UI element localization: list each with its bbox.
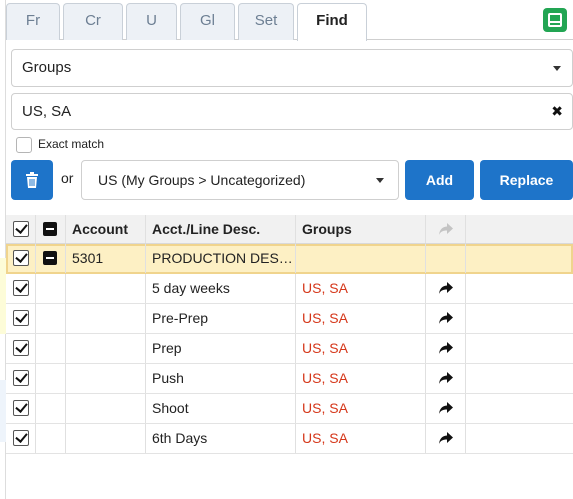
row-checkbox[interactable] xyxy=(13,430,29,446)
cell-goto[interactable] xyxy=(426,394,466,423)
search-value: US, SA xyxy=(22,103,72,120)
row-checkbox[interactable] xyxy=(13,370,29,386)
cell-goto[interactable] xyxy=(426,304,466,333)
panel-toggle-button[interactable] xyxy=(543,8,567,32)
header-select-cell[interactable] xyxy=(6,215,36,243)
cell-desc: Push xyxy=(146,364,296,393)
chevron-down-icon xyxy=(376,178,384,183)
share-arrow-icon[interactable] xyxy=(438,341,454,355)
cell-groups: US, SA xyxy=(296,274,426,303)
collapse-icon[interactable] xyxy=(43,251,57,265)
row-indent-cell xyxy=(36,304,66,333)
cell-goto[interactable] xyxy=(426,274,466,303)
target-group-value: US (My Groups > Uncategorized) xyxy=(98,172,306,188)
row-select-cell xyxy=(6,244,36,273)
tab-find[interactable]: Find xyxy=(297,3,367,41)
delete-button[interactable] xyxy=(11,160,53,200)
cell-goto[interactable] xyxy=(426,334,466,363)
or-label: or xyxy=(61,170,74,186)
replace-button[interactable]: Replace xyxy=(480,160,573,200)
header-groups[interactable]: Groups xyxy=(296,215,426,243)
cell-groups: US, SA xyxy=(296,304,426,333)
chevron-down-icon xyxy=(553,66,561,71)
row-indent-cell xyxy=(36,424,66,453)
row-select-cell xyxy=(6,394,36,423)
table-row[interactable]: 5 day weeks US, SA xyxy=(6,274,573,304)
cell-account xyxy=(66,394,146,423)
cell-account xyxy=(66,364,146,393)
row-checkbox[interactable] xyxy=(13,250,29,266)
group-type-select[interactable]: Groups xyxy=(11,49,573,87)
exact-match-checkbox[interactable] xyxy=(16,137,32,153)
cell-groups: US, SA xyxy=(296,364,426,393)
row-select-cell xyxy=(6,304,36,333)
add-button[interactable]: Add xyxy=(405,160,474,200)
table-row[interactable]: Shoot US, SA xyxy=(6,394,573,424)
table-row[interactable]: Push US, SA xyxy=(6,364,573,394)
table-header-row: Account Acct./Line Desc. Groups xyxy=(6,215,573,244)
select-all-checkbox[interactable] xyxy=(13,221,29,237)
cell-account: 5301 xyxy=(66,244,146,273)
header-goto xyxy=(426,215,466,243)
tab-cr[interactable]: Cr xyxy=(63,3,123,40)
cell-account xyxy=(66,304,146,333)
row-indent-cell xyxy=(36,334,66,363)
row-checkbox[interactable] xyxy=(13,400,29,416)
search-input[interactable]: US, SA ✖ xyxy=(11,93,573,130)
cell-account xyxy=(66,274,146,303)
share-arrow-icon[interactable] xyxy=(438,371,454,385)
results-table: Account Acct./Line Desc. Groups 5301 PRO… xyxy=(6,215,573,454)
cell-desc: Prep xyxy=(146,334,296,363)
share-arrow-icon[interactable] xyxy=(438,281,454,295)
cell-goto xyxy=(426,244,466,273)
tab-gl[interactable]: Gl xyxy=(180,3,235,40)
table-row[interactable]: 6th Days US, SA xyxy=(6,424,573,454)
cell-desc: Pre-Prep xyxy=(146,304,296,333)
row-checkbox[interactable] xyxy=(13,310,29,326)
row-select-cell xyxy=(6,424,36,453)
row-collapse-cell xyxy=(36,244,66,273)
cell-account xyxy=(66,424,146,453)
panel-icon xyxy=(548,13,562,27)
share-arrow-icon[interactable] xyxy=(438,431,454,445)
header-account[interactable]: Account xyxy=(66,215,146,243)
collapse-all-icon[interactable] xyxy=(43,222,57,236)
table-row[interactable]: Prep US, SA xyxy=(6,334,573,364)
header-collapse-cell[interactable] xyxy=(36,215,66,243)
cell-groups: US, SA xyxy=(296,424,426,453)
cell-goto[interactable] xyxy=(426,364,466,393)
exact-match-label: Exact match xyxy=(38,137,105,151)
cell-groups xyxy=(296,244,426,273)
tab-u[interactable]: U xyxy=(126,3,177,40)
group-type-value: Groups xyxy=(22,59,72,76)
share-arrow-icon xyxy=(439,223,453,235)
cell-desc: 5 day weeks xyxy=(146,274,296,303)
row-select-cell xyxy=(6,274,36,303)
row-indent-cell xyxy=(36,274,66,303)
table-row-parent[interactable]: 5301 PRODUCTION DESIGN xyxy=(6,244,573,274)
cell-goto[interactable] xyxy=(426,424,466,453)
row-checkbox[interactable] xyxy=(13,340,29,356)
tab-set[interactable]: Set xyxy=(238,3,294,40)
clear-icon[interactable]: ✖ xyxy=(551,94,563,129)
row-select-cell xyxy=(6,364,36,393)
cell-desc: Shoot xyxy=(146,394,296,423)
cell-account xyxy=(66,334,146,363)
table-row[interactable]: Pre-Prep US, SA xyxy=(6,304,573,334)
trash-icon xyxy=(26,172,38,188)
share-arrow-icon[interactable] xyxy=(438,311,454,325)
target-group-select[interactable]: US (My Groups > Uncategorized) xyxy=(81,160,399,200)
row-select-cell xyxy=(6,334,36,363)
cell-desc: PRODUCTION DESIGN xyxy=(146,244,296,273)
tab-fr[interactable]: Fr xyxy=(6,3,60,40)
row-indent-cell xyxy=(36,364,66,393)
cell-desc: 6th Days xyxy=(146,424,296,453)
share-arrow-icon[interactable] xyxy=(438,401,454,415)
cell-groups: US, SA xyxy=(296,394,426,423)
cell-groups: US, SA xyxy=(296,334,426,363)
header-desc[interactable]: Acct./Line Desc. xyxy=(146,215,296,243)
row-indent-cell xyxy=(36,394,66,423)
tab-bar: Fr Cr U Gl Set Find xyxy=(6,0,573,41)
row-checkbox[interactable] xyxy=(13,280,29,296)
